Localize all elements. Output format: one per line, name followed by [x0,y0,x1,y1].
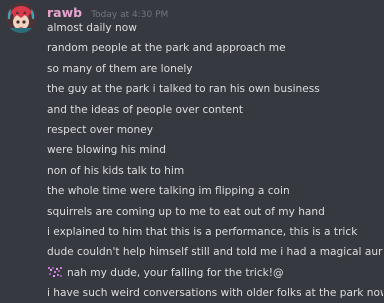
message-lines: almost daily now random people at the pa… [47,18,383,303]
sparkle-emoji-icon[interactable] [47,265,63,279]
message-line: the whole time were talking im flipping … [47,185,290,198]
message-line: random people at the park and approach m… [47,42,286,55]
message-line: were blowing his mind [47,144,166,157]
anime-character-avatar-icon [6,3,36,33]
message-line: squirrels are coming up to me to eat out… [47,205,325,218]
message-line: so many of them are lonely [47,62,193,75]
message-line: almost daily now [47,22,137,34]
message-line: dude couldn't help himself still and tol… [47,246,383,259]
avatar[interactable] [6,3,36,33]
message-line-text: nah my dude, your falling for the trick!… [67,266,284,279]
chat-message: rawb Today at 4:30 PM almost daily now r… [0,0,384,302]
message-line: respect over money [47,123,154,136]
message-line: and the ideas of people over content [47,103,244,116]
message-line-with-emoji: nah my dude, your falling for the trick!… [47,263,383,283]
message-line: non of his kids talk to him [47,164,185,177]
message-line: the guy at the park i talked to ran his … [47,83,320,96]
message-line: i explained to him that this is a perfor… [47,225,358,238]
message-header: rawb Today at 4:30 PM [47,2,168,20]
message-line: i have such weird conversations with old… [47,287,383,300]
